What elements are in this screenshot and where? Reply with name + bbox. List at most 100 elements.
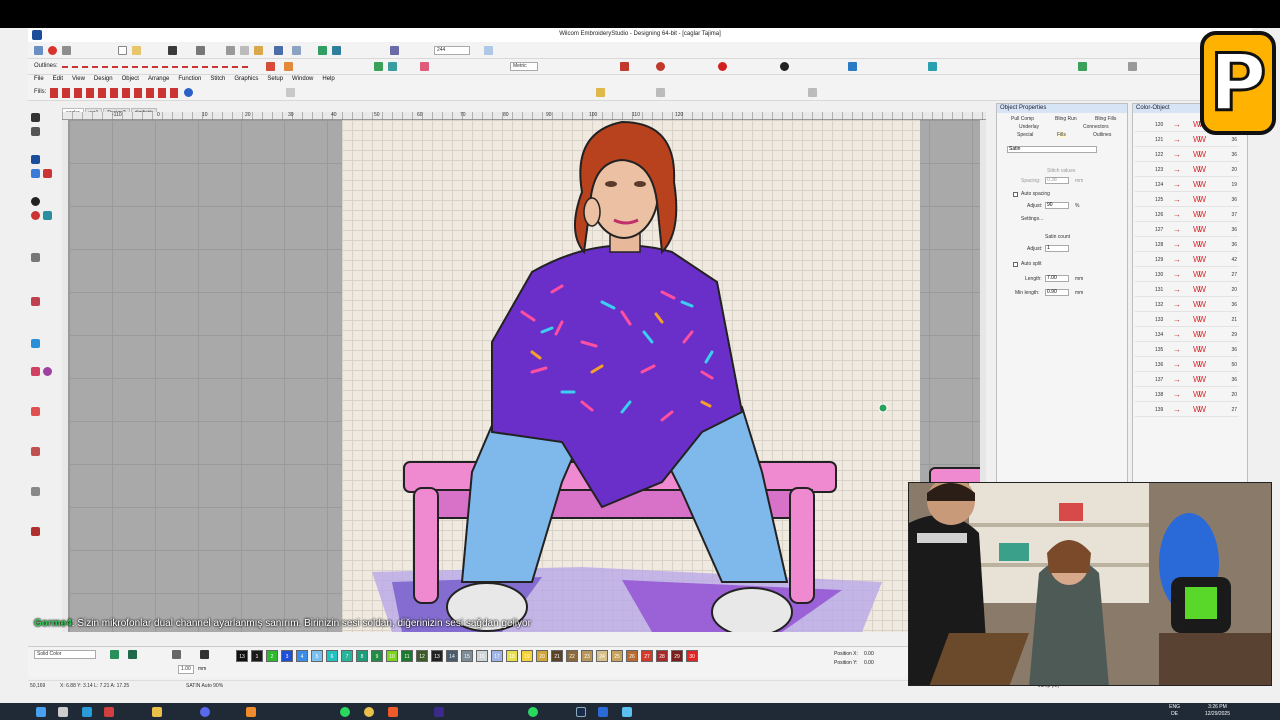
discord-icon[interactable] (200, 707, 210, 717)
select-arrow-icon[interactable] (31, 113, 40, 122)
fill-type-select[interactable]: Satin (1007, 146, 1097, 153)
color-swatch[interactable]: 2 (266, 650, 278, 662)
menu-edit[interactable]: Edit (53, 76, 63, 82)
zoom-fit-icon[interactable] (332, 46, 341, 55)
palette-icon[interactable] (110, 650, 119, 659)
adjust-input[interactable]: 90 (1045, 202, 1069, 209)
hoop-icon[interactable] (128, 650, 137, 659)
fill-tool-icon[interactable] (31, 211, 40, 220)
pin-icon[interactable] (62, 46, 71, 55)
fill-red-icon[interactable] (266, 62, 275, 71)
whatsapp-icon[interactable] (528, 707, 538, 717)
explorer-icon[interactable] (152, 707, 162, 717)
start-icon[interactable] (36, 707, 46, 717)
adjust2-input[interactable]: 1 (1045, 245, 1069, 252)
color-swatch[interactable]: 30 (686, 650, 698, 662)
monogram-tool-icon[interactable] (31, 447, 40, 456)
embroidery-design[interactable] (62, 112, 986, 632)
solid-color-combo[interactable]: Solid Color (34, 650, 96, 659)
copy-icon[interactable] (240, 46, 249, 55)
cut-icon[interactable] (226, 46, 235, 55)
color-object-row[interactable]: → 136 WW 50 (1135, 358, 1239, 372)
record-icon[interactable] (718, 62, 727, 71)
color-object-row[interactable]: → 139 WW 27 (1135, 403, 1239, 417)
color-swatch[interactable]: 16 (476, 650, 488, 662)
needle-tool-icon[interactable] (31, 527, 40, 536)
knife-tool-icon[interactable] (31, 487, 40, 496)
color-swatch[interactable]: 29 (671, 650, 683, 662)
anchor-icon[interactable] (620, 62, 629, 71)
color-object-row[interactable]: → 138 WW 20 (1135, 388, 1239, 402)
zoom-icon[interactable] (318, 46, 327, 55)
color-swatch[interactable]: 24 (596, 650, 608, 662)
color-swatch[interactable]: 20 (536, 650, 548, 662)
menu-function[interactable]: Function (178, 76, 201, 82)
color-object-row[interactable]: → 124 WW 19 (1135, 178, 1239, 192)
save-icon[interactable] (168, 46, 177, 55)
tab-underlay[interactable]: Underlay (1019, 124, 1039, 130)
tab-outlines[interactable]: Outlines (1093, 132, 1111, 138)
color-swatch[interactable]: 5 (311, 650, 323, 662)
color-object-row[interactable]: → 121 WW 36 (1135, 133, 1239, 147)
color-object-row[interactable]: → 122 WW 36 (1135, 148, 1239, 162)
digitize-tool-icon[interactable] (31, 169, 40, 178)
tab-connectors[interactable]: Connectors (1083, 124, 1109, 130)
rect-tool-icon[interactable] (31, 253, 40, 262)
redo-icon[interactable] (292, 46, 301, 55)
home-icon[interactable] (34, 46, 43, 55)
color-object-row[interactable]: → 131 WW 20 (1135, 283, 1239, 297)
measure-tool-icon[interactable] (43, 169, 52, 178)
color-object-row[interactable]: → 126 WW 37 (1135, 208, 1239, 222)
menu-help[interactable]: Help (322, 76, 334, 82)
bling-tool-icon[interactable] (31, 367, 40, 376)
auto-split-checkbox[interactable] (1013, 262, 1018, 267)
color-swatch[interactable]: 15 (461, 650, 473, 662)
pattern-tool-icon[interactable] (31, 407, 40, 416)
color-object-row[interactable]: → 132 WW 36 (1135, 298, 1239, 312)
menu-arrange[interactable]: Arrange (148, 76, 169, 82)
color-swatch[interactable]: 18 (506, 650, 518, 662)
new-icon[interactable] (118, 46, 127, 55)
add-color-icon[interactable] (200, 650, 209, 659)
color-swatch[interactable]: 17 (491, 650, 503, 662)
color-swatch[interactable]: 6 (326, 650, 338, 662)
distribute-icon[interactable] (808, 88, 817, 97)
tab-fills[interactable]: Fills (1057, 132, 1066, 138)
design-canvas[interactable] (62, 112, 986, 632)
menu-window[interactable]: Window (292, 76, 313, 82)
edge-icon[interactable] (82, 707, 92, 717)
outline-stitch-types[interactable] (62, 66, 252, 68)
fill-teal-icon[interactable] (388, 62, 397, 71)
color-swatch[interactable]: 10 (386, 650, 398, 662)
color-swatch[interactable]: 3 (281, 650, 293, 662)
align-left-icon[interactable] (656, 88, 665, 97)
settings-button[interactable]: Settings... (1021, 216, 1043, 222)
color-swatch[interactable]: 22 (566, 650, 578, 662)
paste-icon[interactable] (254, 46, 263, 55)
info-icon[interactable] (780, 62, 789, 71)
select-icon[interactable] (286, 88, 295, 97)
color-swatch[interactable]: 26 (626, 650, 638, 662)
taskview-icon[interactable] (58, 707, 68, 717)
color-swatch[interactable]: 28 (656, 650, 668, 662)
color-object-row[interactable]: → 137 WW 36 (1135, 373, 1239, 387)
tab-special[interactable]: Special (1017, 132, 1033, 138)
wilcom-taskbar-icon[interactable] (598, 707, 608, 717)
pen-icon[interactable] (172, 650, 181, 659)
color-object-row[interactable]: → 130 WW 27 (1135, 268, 1239, 282)
fill-green-icon[interactable] (374, 62, 383, 71)
spotify-icon[interactable] (340, 707, 350, 717)
appliqué-tool-icon[interactable] (31, 339, 40, 348)
min-length-input[interactable]: 0.90 (1045, 289, 1069, 296)
color-swatch[interactable]: 19 (521, 650, 533, 662)
color-object-row[interactable]: → 128 WW 36 (1135, 238, 1239, 252)
input-language[interactable]: ENG DE (1169, 704, 1180, 718)
fill-pink-icon[interactable] (420, 62, 429, 71)
menu-view[interactable]: View (72, 76, 85, 82)
undo-icon[interactable] (274, 46, 283, 55)
color-swatch[interactable]: 25 (611, 650, 623, 662)
menu-stitch[interactable]: Stitch (210, 76, 225, 82)
align-icon[interactable] (928, 62, 937, 71)
chrome-icon[interactable] (364, 707, 374, 717)
color-object-row[interactable]: → 133 WW 21 (1135, 313, 1239, 327)
